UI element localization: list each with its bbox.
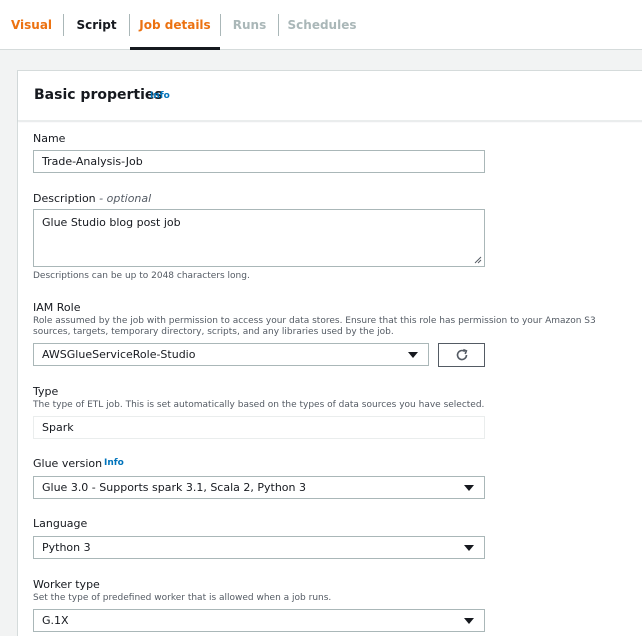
description-label-text: Description: [33, 192, 96, 205]
worker-type-value: G.1X: [42, 614, 69, 627]
language-value: Python 3: [42, 541, 91, 554]
tab-script[interactable]: Script: [64, 0, 129, 49]
iam-role-value: AWSGlueServiceRole-Studio: [42, 348, 196, 361]
tab-bar: Visual Script Job details Runs Schedules: [0, 0, 642, 50]
name-label: Name: [33, 132, 66, 145]
tab-schedules[interactable]: Schedules: [279, 0, 365, 49]
iam-role-label: IAM Role: [33, 301, 81, 314]
section-info-link[interactable]: Info: [150, 91, 170, 101]
tab-runs[interactable]: Runs: [221, 0, 278, 49]
refresh-icon: [456, 348, 467, 361]
worker-type-label: Worker type: [33, 578, 100, 591]
tab-job-details[interactable]: Job details: [130, 0, 220, 50]
glue-version-info-link[interactable]: Info: [104, 458, 124, 468]
worker-type-hint: Set the type of predefined worker that i…: [33, 593, 332, 603]
type-hint: The type of ETL job. This is set automat…: [33, 400, 485, 410]
glue-version-label: Glue version: [33, 457, 103, 470]
type-label: Type: [33, 385, 59, 398]
iam-role-select[interactable]: AWSGlueServiceRole-Studio: [33, 343, 429, 366]
name-input-value: Trade-Analysis-Job: [42, 155, 143, 168]
description-textarea[interactable]: Glue Studio blog post job: [33, 209, 485, 267]
refresh-roles-button[interactable]: [438, 343, 485, 367]
container-header: Basic properties Info: [18, 71, 642, 121]
chevron-down-icon: [464, 485, 474, 491]
chevron-down-icon: [408, 352, 418, 358]
language-select[interactable]: Python 3: [33, 536, 485, 559]
resize-grip-icon[interactable]: [474, 256, 482, 264]
section-title: Basic properties: [34, 87, 163, 103]
description-hint: Descriptions can be up to 2048 character…: [33, 271, 250, 281]
description-optional-text: - optional: [99, 192, 152, 205]
language-label: Language: [33, 517, 88, 530]
description-value: Glue Studio blog post job: [42, 216, 181, 229]
worker-type-select[interactable]: G.1X: [33, 609, 485, 632]
description-label: Description - optional: [33, 192, 151, 205]
tab-visual[interactable]: Visual: [0, 0, 63, 49]
chevron-down-icon: [464, 545, 474, 551]
type-readonly-field: Spark: [33, 416, 485, 439]
type-value: Spark: [42, 421, 74, 434]
glue-version-select[interactable]: Glue 3.0 - Supports spark 3.1, Scala 2, …: [33, 476, 485, 499]
iam-role-hint: Role assumed by the job with permission …: [33, 316, 596, 337]
name-input[interactable]: Trade-Analysis-Job: [33, 150, 485, 173]
glue-version-value: Glue 3.0 - Supports spark 3.1, Scala 2, …: [42, 481, 306, 494]
chevron-down-icon: [464, 618, 474, 624]
